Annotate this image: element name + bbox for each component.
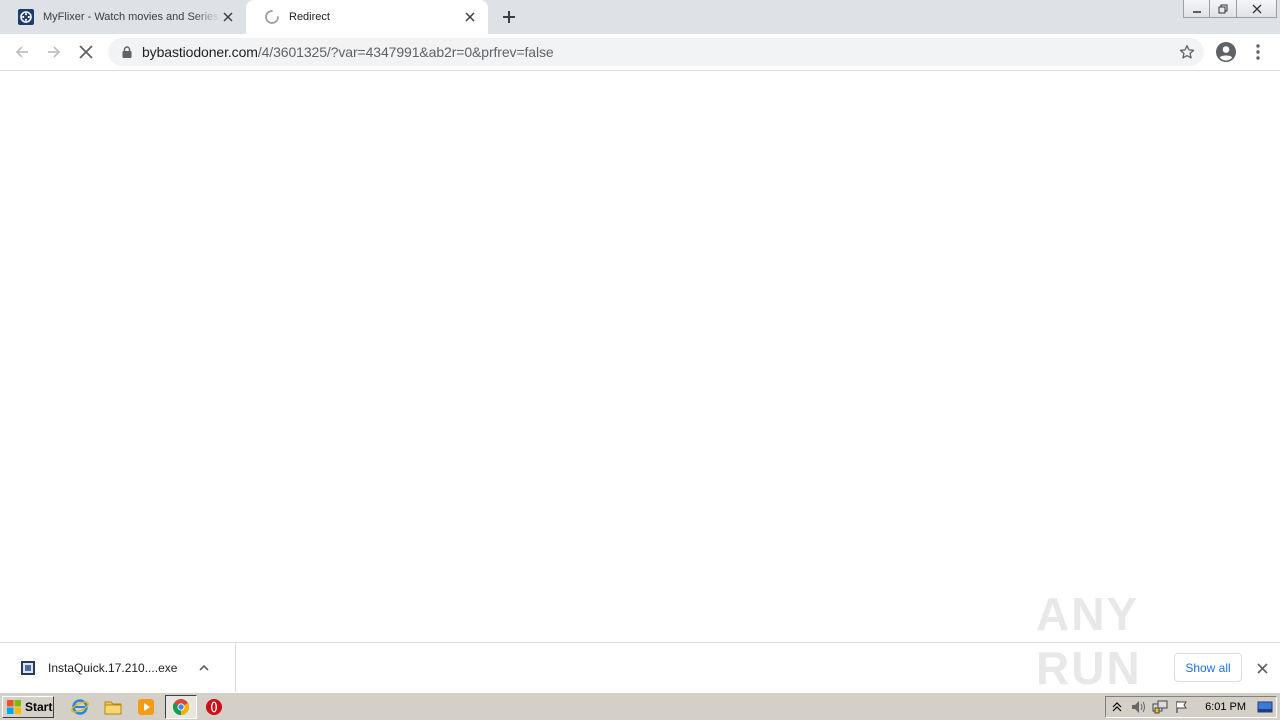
close-window-button[interactable] — [1237, 0, 1277, 18]
opera-icon[interactable] — [204, 697, 224, 717]
arrow-right-icon — [48, 46, 61, 58]
executable-file-icon — [20, 660, 36, 676]
volume-icon[interactable] — [1128, 697, 1150, 717]
taskbar-clock[interactable]: 6:01 PM — [1201, 701, 1250, 713]
more-vertical-icon — [1256, 44, 1260, 60]
minimize-icon — [1192, 10, 1201, 13]
tab-title: MyFlixer - Watch movies and Series onlin… — [43, 11, 220, 23]
show-all-downloads-button[interactable]: Show all — [1174, 653, 1242, 682]
restore-button[interactable] — [1210, 0, 1237, 18]
tab-redirect[interactable]: Redirect — [246, 0, 488, 34]
loading-spinner-icon — [264, 9, 280, 25]
show-hidden-icons-icon[interactable] — [1106, 697, 1128, 717]
network-icon[interactable] — [1149, 697, 1171, 717]
minimize-button[interactable] — [1183, 0, 1210, 18]
film-reel-icon — [18, 9, 34, 25]
tab-title: Redirect — [289, 11, 330, 23]
forward-button[interactable] — [42, 40, 66, 64]
show-desktop-icon[interactable] — [1254, 697, 1276, 717]
restore-icon — [1218, 4, 1228, 13]
windows-logo-icon — [6, 699, 22, 715]
chevron-up-icon[interactable] — [196, 660, 212, 676]
url-text[interactable]: bybastiodoner.com/4/3601325/?var=4347991… — [142, 44, 554, 60]
stop-loading-button[interactable] — [74, 40, 98, 64]
page-content — [0, 72, 1280, 642]
close-tab-icon[interactable] — [220, 9, 236, 25]
chrome-taskbar-button[interactable] — [165, 695, 197, 719]
browser-menu-button[interactable] — [1248, 40, 1268, 64]
download-item[interactable]: InstaQuick.17.210....exe — [0, 643, 236, 693]
start-button[interactable]: Start — [2, 696, 54, 718]
chrome-icon — [173, 699, 190, 716]
action-center-flag-icon[interactable] — [1171, 697, 1193, 717]
media-player-icon[interactable] — [136, 697, 156, 717]
close-icon — [79, 45, 93, 59]
lock-icon[interactable] — [120, 46, 134, 58]
taskbar: Start 6:01 PM — [0, 692, 1280, 720]
new-tab-button[interactable] — [498, 6, 520, 28]
url-path: /4/3601325/?var=4347991&ab2r=0&prfrev=fa… — [257, 44, 554, 60]
file-explorer-icon[interactable] — [103, 697, 123, 717]
close-shelf-icon[interactable] — [1254, 660, 1270, 676]
close-icon — [1252, 4, 1261, 13]
tab-strip: MyFlixer - Watch movies and Series onlin… — [0, 0, 1280, 34]
window-controls — [1183, 0, 1277, 18]
start-label: Start — [25, 700, 53, 714]
internet-explorer-icon[interactable] — [70, 697, 90, 717]
profile-avatar-icon[interactable] — [1214, 40, 1238, 64]
system-tray: 6:01 PM — [1105, 696, 1277, 718]
bookmark-star-icon[interactable] — [1178, 43, 1196, 61]
back-button[interactable] — [10, 40, 34, 64]
arrow-left-icon — [15, 46, 28, 58]
close-tab-icon[interactable] — [462, 9, 478, 25]
download-shelf: InstaQuick.17.210....exe ANY RUN Show al… — [0, 588, 1280, 694]
tab-myflixer[interactable]: MyFlixer - Watch movies and Series onlin… — [0, 0, 246, 34]
address-bar[interactable]: bybastiodoner.com/4/3601325/?var=4347991… — [108, 38, 1204, 66]
url-host: bybastiodoner.com — [142, 44, 258, 60]
download-filename: InstaQuick.17.210....exe — [48, 661, 178, 675]
browser-toolbar: bybastiodoner.com/4/3601325/?var=4347991… — [0, 34, 1280, 71]
plus-icon — [503, 11, 515, 23]
